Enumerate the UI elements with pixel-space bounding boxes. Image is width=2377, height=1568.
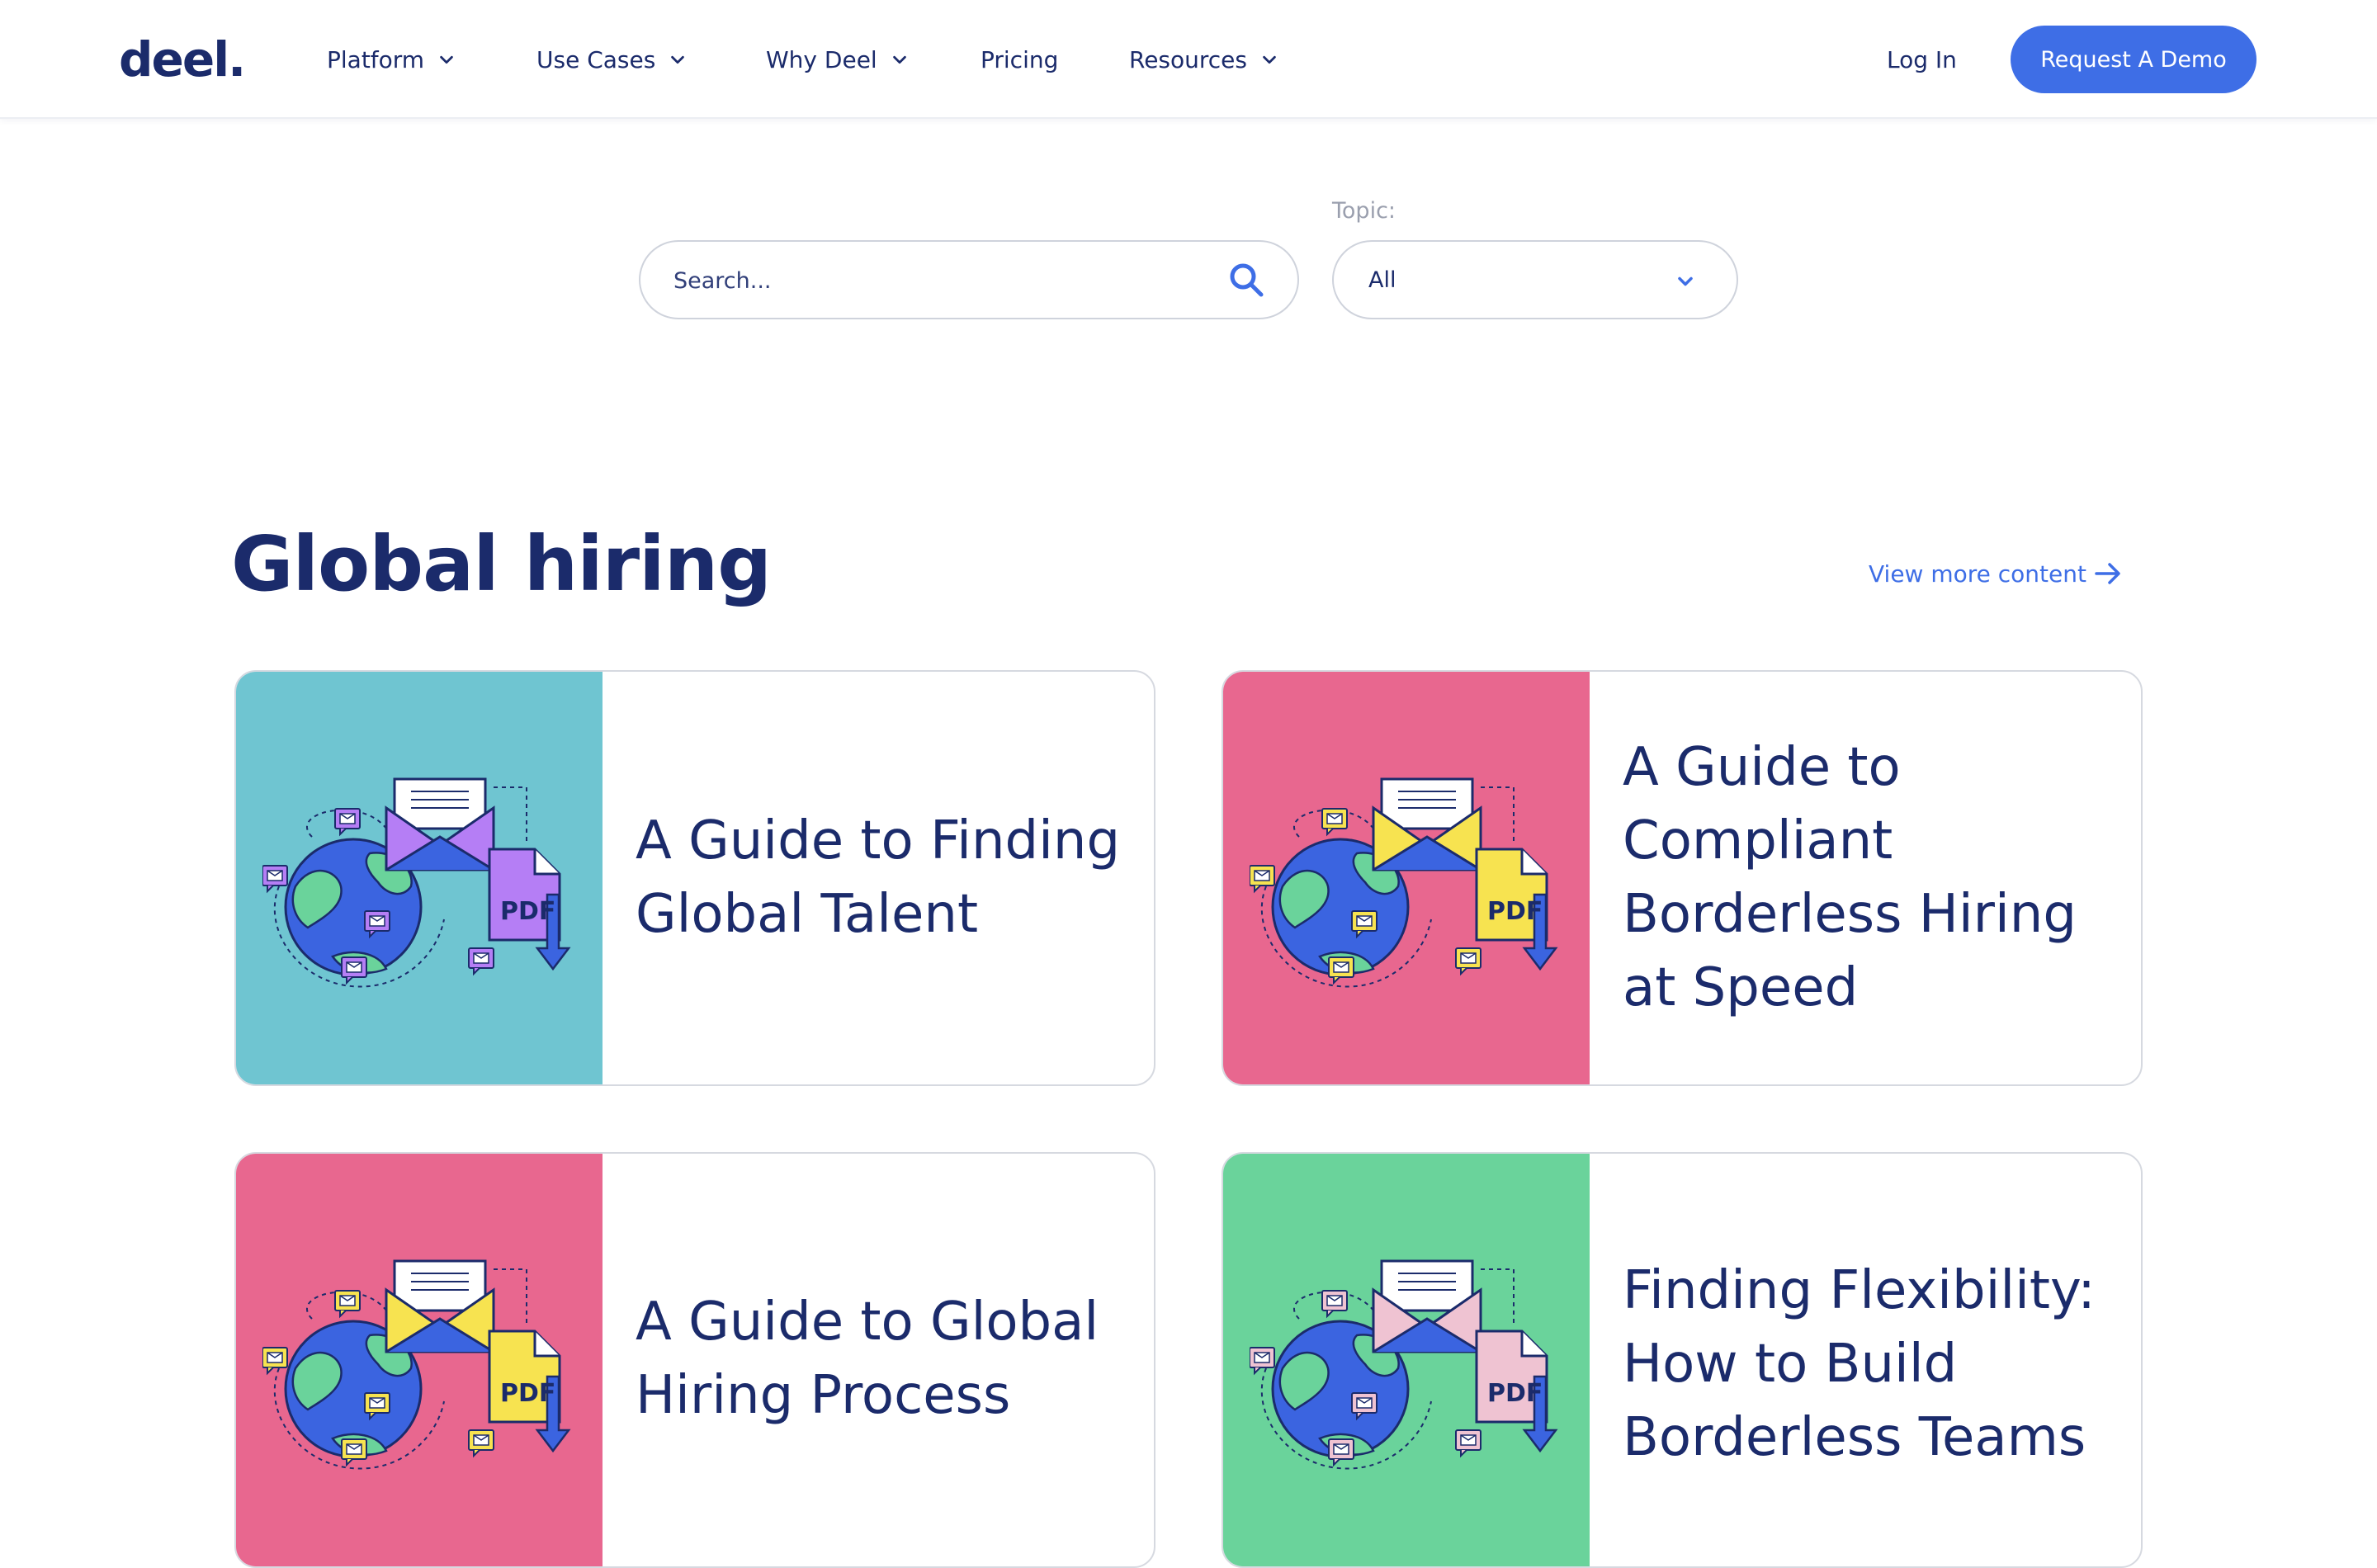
view-more-label: View more content xyxy=(1869,560,2086,588)
card-title-wrap: A Guide to Finding Global Talent xyxy=(636,672,1121,1084)
topic-label: Topic: xyxy=(1332,198,1396,224)
card-image: PDF xyxy=(1223,672,1590,1084)
card-title: A Guide to Global Hiring Process xyxy=(636,1292,1099,1426)
arrow-right-icon xyxy=(2095,563,2120,584)
svg-text:PDF: PDF xyxy=(500,897,555,926)
topic-select[interactable]: All xyxy=(1332,240,1738,319)
resource-card[interactable]: PDF xyxy=(234,1152,1155,1568)
chevron-down-icon xyxy=(1678,276,1693,286)
search-input[interactable] xyxy=(673,260,1202,301)
login-link[interactable]: Log In xyxy=(1887,36,1957,83)
svg-text:PDF: PDF xyxy=(500,1379,555,1408)
resource-card[interactable]: PDF xyxy=(234,670,1155,1086)
card-title-wrap: A Guide to Compliant Borderless Hiring a… xyxy=(1623,672,2108,1084)
globe-envelope-pdf-illustration: PDF xyxy=(1250,1259,1558,1470)
deel-logo[interactable]: deel. xyxy=(119,26,246,92)
svg-text:PDF: PDF xyxy=(1487,1379,1543,1408)
resource-card[interactable]: PDF xyxy=(1222,1152,2143,1568)
globe-envelope-pdf-illustration: PDF xyxy=(1250,777,1558,988)
site-header: deel. Platform Use Cases Why Deel Pricin… xyxy=(0,0,2377,119)
nav-resources-label: Resources xyxy=(1129,45,1247,73)
chevron-down-icon xyxy=(1263,55,1276,64)
nav-why-deel[interactable]: Why Deel xyxy=(766,36,909,83)
resource-card[interactable]: PDF xyxy=(1222,670,2143,1086)
nav-resources[interactable]: Resources xyxy=(1129,36,1278,83)
request-demo-button[interactable]: Request A Demo xyxy=(2011,26,2256,93)
card-image: PDF xyxy=(236,1154,603,1566)
svg-text:PDF: PDF xyxy=(1487,897,1543,926)
search-box xyxy=(639,240,1299,319)
card-title: A Guide to Compliant Borderless Hiring a… xyxy=(1623,737,2077,1018)
nav-platform-label: Platform xyxy=(327,45,425,73)
card-title: Finding Flexibility: How to Build Border… xyxy=(1623,1260,2096,1468)
nav-use-cases[interactable]: Use Cases xyxy=(536,36,687,83)
card-image: PDF xyxy=(1223,1154,1590,1566)
view-more-link[interactable]: View more content xyxy=(1869,553,2123,594)
section-title: Global hiring xyxy=(231,520,772,608)
globe-envelope-pdf-illustration: PDF xyxy=(262,777,571,988)
globe-envelope-pdf-illustration: PDF xyxy=(262,1259,571,1470)
chevron-down-icon xyxy=(671,55,685,64)
nav-pricing[interactable]: Pricing xyxy=(981,36,1058,83)
chevron-down-icon xyxy=(892,55,906,64)
search-icon[interactable] xyxy=(1226,260,1268,301)
nav-platform[interactable]: Platform xyxy=(327,36,456,83)
nav-why-deel-label: Why Deel xyxy=(766,45,877,73)
card-title: A Guide to Finding Global Talent xyxy=(636,810,1121,945)
card-title-wrap: Finding Flexibility: How to Build Border… xyxy=(1623,1154,2108,1566)
card-title-wrap: A Guide to Global Hiring Process xyxy=(636,1154,1121,1566)
nav-use-cases-label: Use Cases xyxy=(536,45,656,73)
card-image: PDF xyxy=(236,672,603,1084)
topic-select-value: All xyxy=(1368,267,1396,293)
nav-pricing-label: Pricing xyxy=(981,45,1059,73)
chevron-down-icon xyxy=(440,55,453,64)
